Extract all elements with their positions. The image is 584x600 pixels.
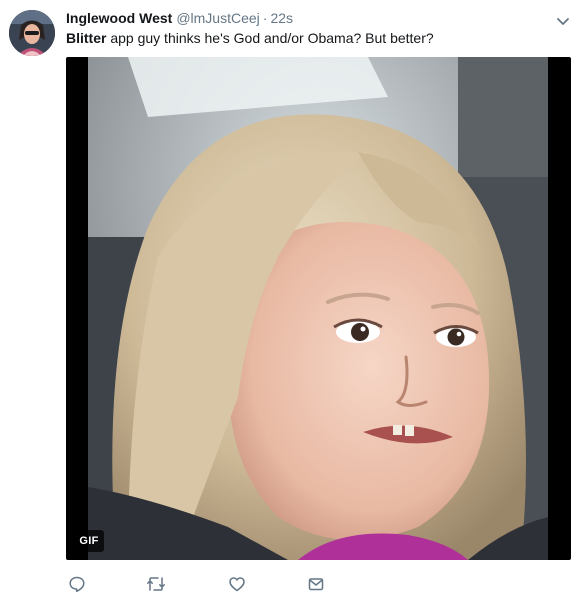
retweet-icon[interactable] <box>145 574 167 594</box>
heart-icon[interactable] <box>226 574 248 594</box>
separator: · <box>262 10 268 26</box>
tweet-text-bold: Blitter <box>66 30 107 46</box>
reply-icon[interactable] <box>66 574 88 594</box>
tweet-header: Inglewood West @lmJustCeej · 22s <box>66 9 293 27</box>
avatar[interactable] <box>9 10 55 56</box>
user-handle[interactable]: @lmJustCeej <box>176 10 259 26</box>
chevron-down-icon[interactable] <box>556 14 570 25</box>
display-name[interactable]: Inglewood West <box>66 10 172 26</box>
gif-image[interactable] <box>88 57 548 560</box>
gif-media[interactable]: GIF <box>66 57 571 560</box>
timestamp[interactable]: 22s <box>270 10 293 26</box>
envelope-icon[interactable] <box>305 574 327 594</box>
gif-badge: GIF <box>74 530 104 552</box>
tweet-card: Inglewood West @lmJustCeej · 22s Blitter ap… <box>0 0 584 600</box>
tweet-text: Blitter app guy thinks he's God and/or O… <box>66 29 434 47</box>
tweet-text-rest: app guy thinks he's God and/or Obama? Bu… <box>106 30 434 46</box>
tweet-actions <box>66 574 366 594</box>
